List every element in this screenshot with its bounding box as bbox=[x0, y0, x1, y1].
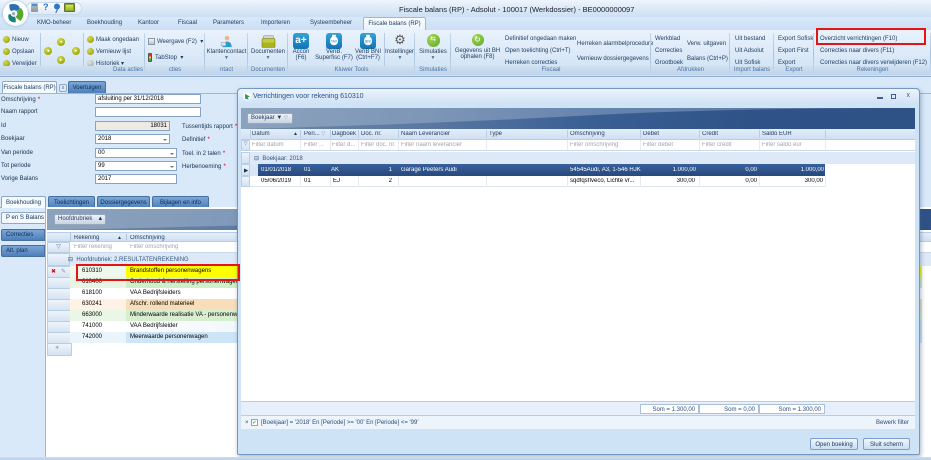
svg-text:TAX: TAX bbox=[331, 40, 338, 44]
svg-text:BNI: BNI bbox=[365, 40, 371, 44]
